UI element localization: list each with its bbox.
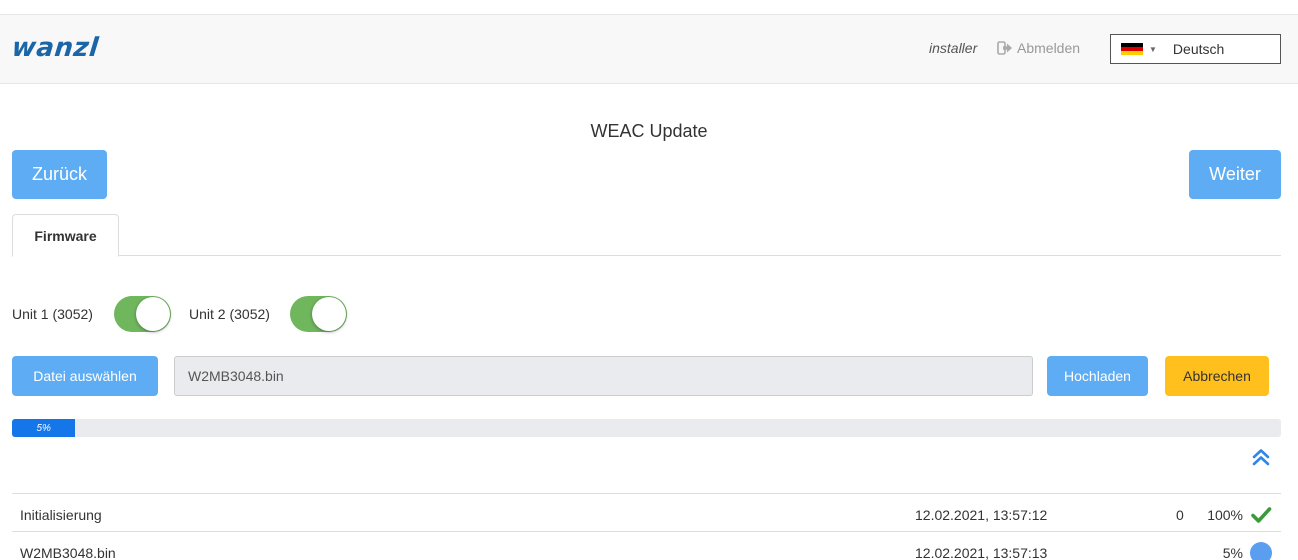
de-flag-icon bbox=[1121, 42, 1143, 56]
update-log: Initialisierung 12.02.2021, 13:57:12 0 1… bbox=[12, 493, 1281, 560]
wanzl-logo[interactable]: wanzl bbox=[10, 33, 100, 63]
log-item-time: 12.02.2021, 13:57:12 bbox=[915, 507, 1048, 523]
tab-firmware[interactable]: Firmware bbox=[12, 214, 119, 257]
log-item-percent: 100% bbox=[1207, 507, 1243, 523]
toggle-knob bbox=[136, 297, 170, 331]
tab-bar: Firmware bbox=[12, 214, 1281, 257]
unit-2-toggle[interactable] bbox=[290, 296, 347, 332]
log-row: W2MB3048.bin 12.02.2021, 13:57:13 5% bbox=[12, 531, 1281, 560]
logout-label: Abmelden bbox=[1017, 40, 1081, 56]
username: installer bbox=[929, 40, 978, 56]
log-item-count: 0 bbox=[1176, 507, 1184, 523]
unit-1-label: Unit 1 (3052) bbox=[12, 306, 93, 322]
progress-fill: 5% bbox=[12, 419, 76, 437]
progress-dot-icon bbox=[1250, 542, 1272, 560]
unit-1-toggle[interactable] bbox=[114, 296, 171, 332]
top-navbar: wanzl installer Abmelden ▼ Deutsch bbox=[0, 14, 1298, 84]
log-row: Initialisierung 12.02.2021, 13:57:12 0 1… bbox=[12, 493, 1281, 531]
language-select[interactable]: ▼ Deutsch bbox=[1110, 34, 1281, 64]
check-icon bbox=[1250, 504, 1272, 526]
choose-file-button[interactable]: Datei auswählen bbox=[12, 356, 158, 396]
logout-link[interactable]: Abmelden bbox=[997, 40, 1080, 56]
unit-2-label: Unit 2 (3052) bbox=[189, 306, 270, 322]
log-item-percent: 5% bbox=[1222, 545, 1243, 560]
page-title: WEAC Update bbox=[590, 121, 708, 141]
caret-down-icon: ▼ bbox=[1149, 44, 1157, 54]
upload-button[interactable]: Hochladen bbox=[1047, 356, 1148, 396]
file-name-field[interactable]: W2MB3048.bin bbox=[174, 356, 1033, 396]
cancel-button[interactable]: Abbrechen bbox=[1165, 356, 1269, 396]
next-button[interactable]: Weiter bbox=[1189, 150, 1281, 199]
log-item-time: 12.02.2021, 13:57:13 bbox=[915, 545, 1048, 560]
log-item-name: Initialisierung bbox=[20, 507, 102, 523]
log-item-name: W2MB3048.bin bbox=[20, 545, 116, 560]
toggle-knob bbox=[312, 297, 346, 331]
language-label: Deutsch bbox=[1172, 41, 1225, 57]
double-chevron-up-icon[interactable] bbox=[1248, 445, 1274, 471]
back-button[interactable]: Zurück bbox=[12, 150, 107, 199]
upload-progress-bar: 5% bbox=[12, 419, 1281, 437]
sign-out-icon bbox=[997, 41, 1013, 55]
